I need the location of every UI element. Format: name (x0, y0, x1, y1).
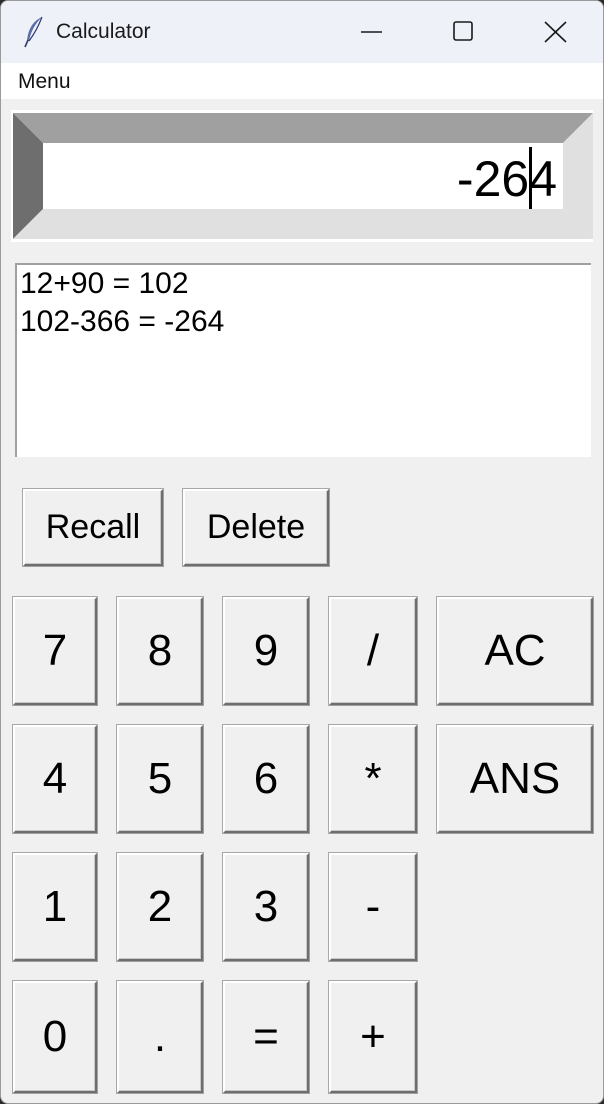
key-add[interactable]: + (329, 981, 417, 1093)
key-7[interactable]: 7 (13, 597, 97, 705)
key-6[interactable]: 6 (223, 725, 309, 833)
key-decimal[interactable]: . (117, 981, 203, 1093)
key-4[interactable]: 4 (13, 725, 97, 833)
key-8[interactable]: 8 (117, 597, 203, 705)
close-button[interactable] (511, 1, 601, 63)
answer-button[interactable]: ANS (437, 725, 593, 833)
minimize-button[interactable] (327, 1, 417, 63)
menu-bar: Menu (1, 63, 603, 99)
key-equals[interactable]: = (223, 981, 309, 1093)
title-bar[interactable]: Calculator (1, 1, 603, 63)
key-9[interactable]: 9 (223, 597, 309, 705)
menu-item-menu[interactable]: Menu (18, 70, 71, 94)
key-0[interactable]: 0 (13, 981, 97, 1093)
key-multiply[interactable]: * (329, 725, 417, 833)
key-2[interactable]: 2 (117, 853, 203, 961)
all-clear-button[interactable]: AC (437, 597, 593, 705)
history-item[interactable]: 12+90 = 102 (20, 267, 189, 301)
minimize-icon (361, 31, 382, 33)
history-list[interactable]: 12+90 = 102 102-366 = -264 (15, 263, 591, 457)
key-subtract[interactable]: - (329, 853, 417, 961)
window-title: Calculator (56, 20, 151, 43)
key-5[interactable]: 5 (117, 725, 203, 833)
key-1[interactable]: 1 (13, 853, 97, 961)
text-caret (529, 147, 532, 209)
maximize-button[interactable] (417, 1, 507, 63)
recall-button[interactable]: Recall (23, 489, 163, 566)
delete-button[interactable]: Delete (183, 489, 329, 566)
feather-icon (24, 16, 43, 48)
key-3[interactable]: 3 (223, 853, 309, 961)
display-input[interactable]: -264 (457, 144, 557, 214)
history-item[interactable]: 102-366 = -264 (20, 305, 224, 339)
close-icon (544, 21, 567, 43)
calculator-window: Calculator Menu -264 12 +9 0 = 102 102-366… (0, 0, 604, 1104)
key-divide[interactable]: / (329, 597, 417, 705)
maximize-icon (453, 21, 473, 41)
